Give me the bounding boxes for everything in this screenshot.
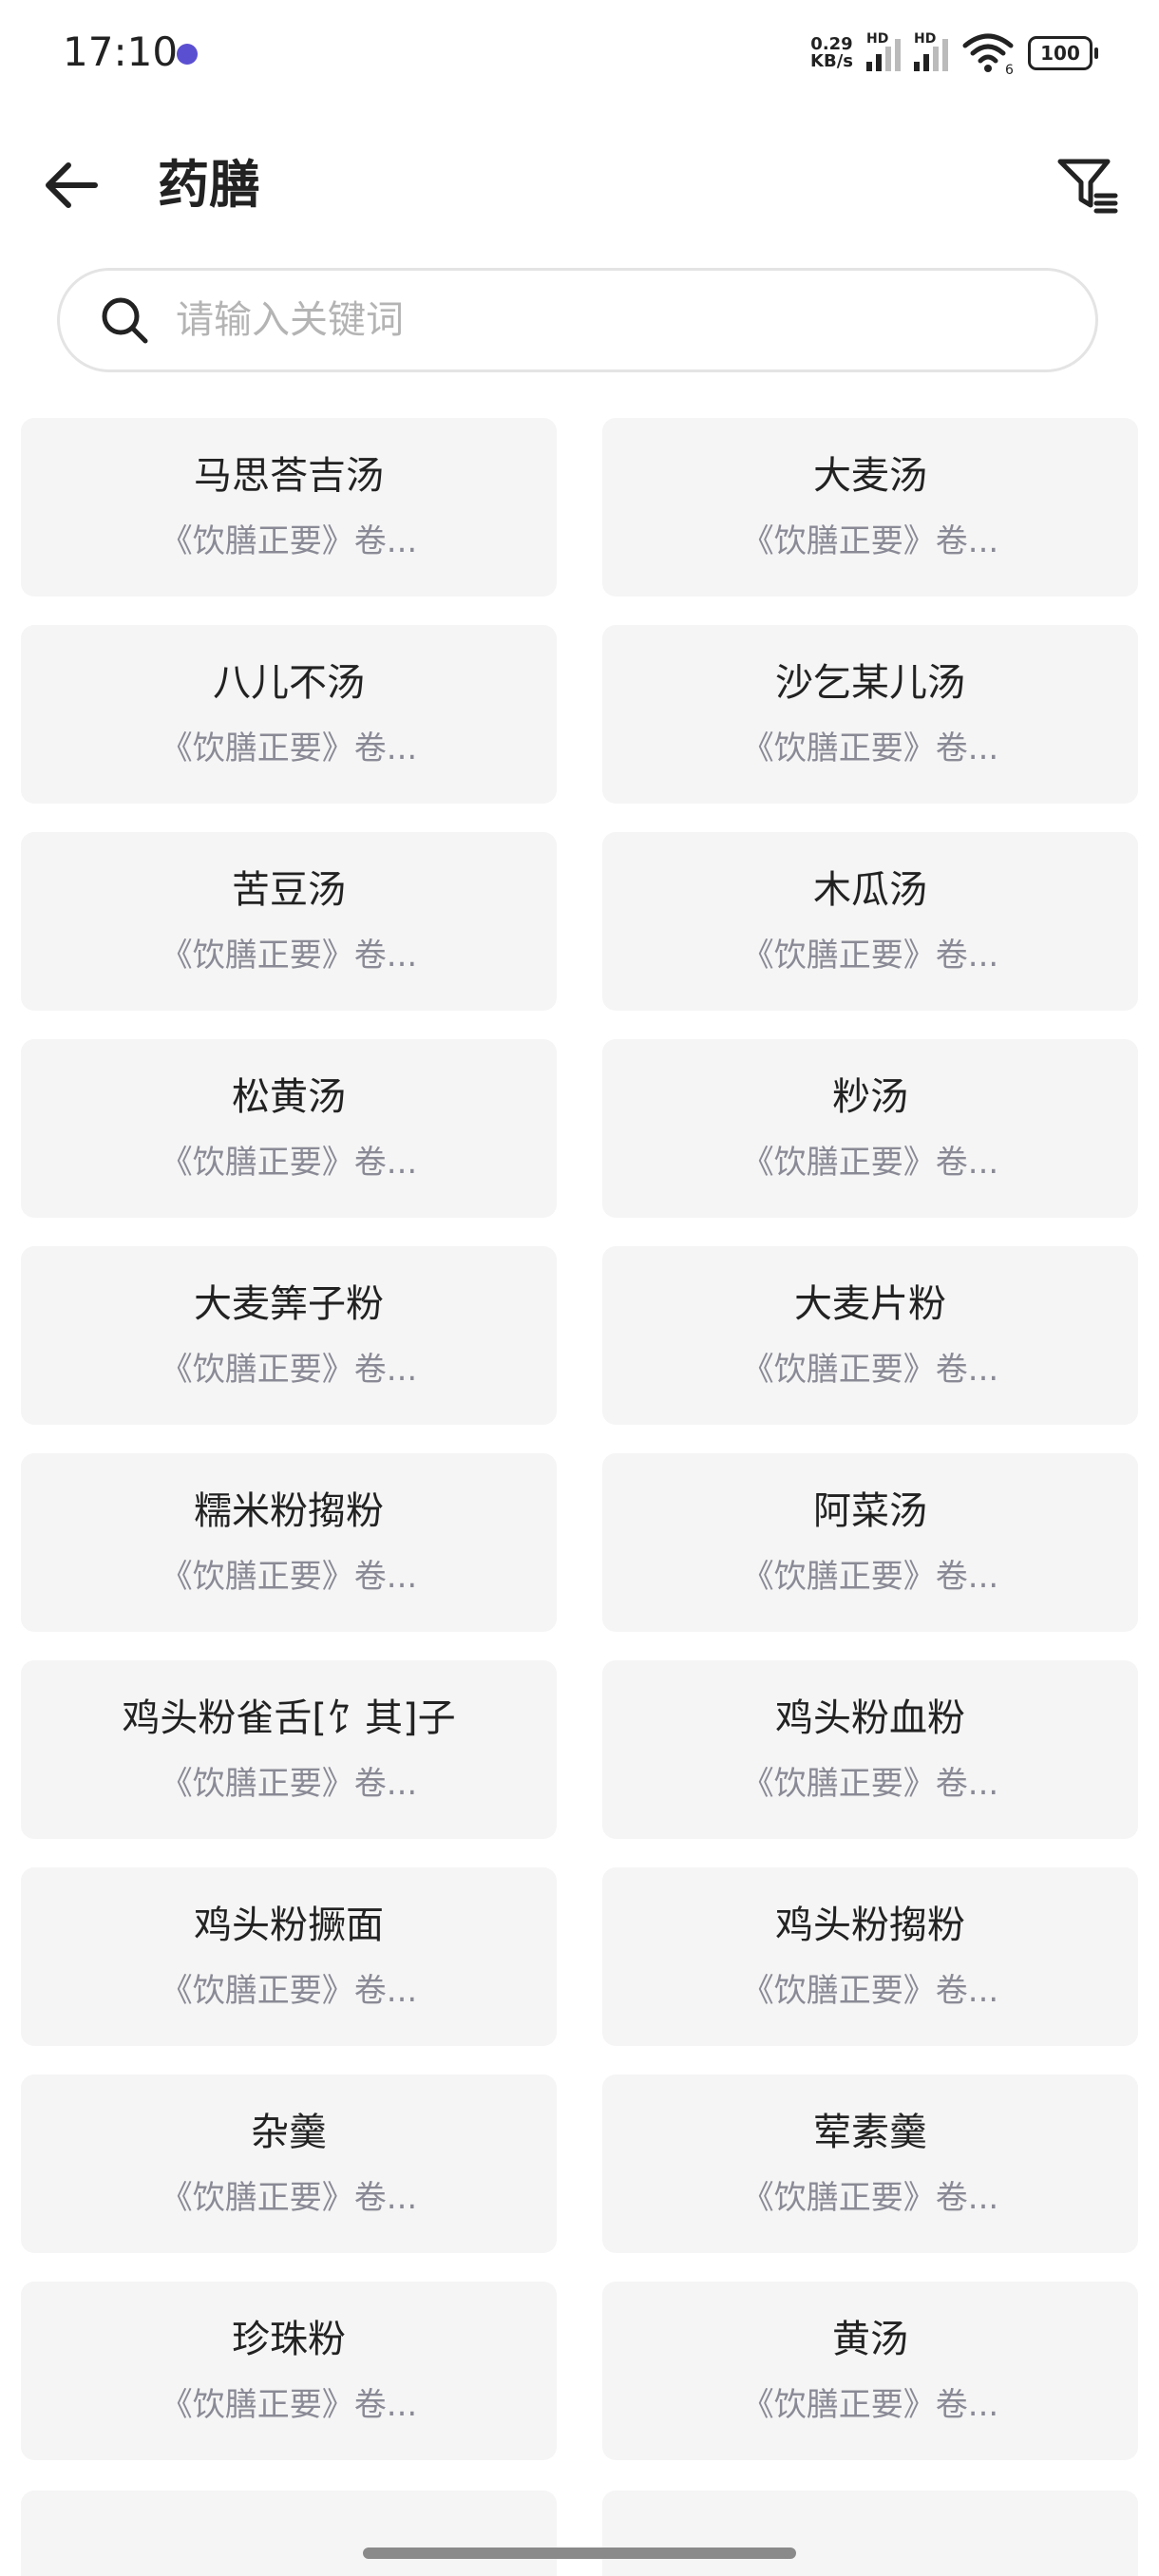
list-item[interactable]: 鸡头粉血粉 《饮膳正要》卷... — [602, 1660, 1138, 1839]
status-bar: 17:10 0.29 KB/s HD HD 6 100 — [0, 0, 1159, 112]
item-source: 《饮膳正要》卷... — [160, 522, 418, 560]
item-title: 粆汤 — [832, 1075, 908, 1119]
item-source: 《饮膳正要》卷... — [741, 2386, 999, 2424]
item-source: 《饮膳正要》卷... — [741, 1765, 999, 1803]
partial-row — [21, 2491, 1138, 2576]
item-source: 《饮膳正要》卷... — [160, 1972, 418, 2010]
item-title: 阿菜汤 — [813, 1489, 927, 1533]
list-item[interactable]: 大麦筭子粉 《饮膳正要》卷... — [21, 1246, 557, 1425]
item-title: 鸡头粉撅面 — [194, 1904, 384, 1947]
list-item[interactable]: 黄汤 《饮膳正要》卷... — [602, 2282, 1138, 2460]
home-indicator[interactable] — [363, 2548, 796, 2559]
item-title: 松黄汤 — [232, 1075, 346, 1119]
item-source: 《饮膳正要》卷... — [160, 729, 418, 767]
arrow-left-icon — [46, 162, 98, 208]
list-item[interactable]: 珍珠粉 《饮膳正要》卷... — [21, 2282, 557, 2460]
hd-label-2: HD — [914, 31, 937, 47]
list-item[interactable]: 木瓜汤 《饮膳正要》卷... — [602, 832, 1138, 1011]
item-title: 八儿不汤 — [213, 661, 365, 705]
item-source: 《饮膳正要》卷... — [160, 1351, 418, 1389]
search-box[interactable] — [57, 268, 1098, 372]
search-icon — [102, 297, 148, 344]
list-item-partial[interactable] — [21, 2491, 557, 2576]
list-item[interactable]: 八儿不汤 《饮膳正要》卷... — [21, 625, 557, 804]
item-title: 鸡头粉雀舌[饣其]子 — [122, 1696, 456, 1740]
signal-icon: HD — [866, 31, 901, 71]
item-source: 《饮膳正要》卷... — [160, 1765, 418, 1803]
item-source: 《饮膳正要》卷... — [741, 729, 999, 767]
list-item[interactable]: 荤素羹 《饮膳正要》卷... — [602, 2074, 1138, 2253]
item-title: 杂羹 — [251, 2111, 327, 2154]
item-source: 《饮膳正要》卷... — [741, 937, 999, 975]
list-item[interactable]: 沙乞某儿汤 《饮膳正要》卷... — [602, 625, 1138, 804]
back-button[interactable] — [38, 152, 104, 218]
recipe-grid: 马思荅吉汤 《饮膳正要》卷... 大麦汤 《饮膳正要》卷... 八儿不汤 《饮膳… — [21, 418, 1138, 2460]
item-title: 珍珠粉 — [232, 2318, 346, 2361]
item-title: 木瓜汤 — [813, 868, 927, 912]
status-time: 17:10 — [63, 28, 179, 75]
item-source: 《饮膳正要》卷... — [160, 2386, 418, 2424]
item-title: 鸡头粉血粉 — [775, 1696, 965, 1740]
item-title: 大麦筭子粉 — [194, 1282, 384, 1326]
list-item[interactable]: 糯米粉搊粉 《饮膳正要》卷... — [21, 1453, 557, 1632]
list-item[interactable]: 鸡头粉雀舌[饣其]子 《饮膳正要》卷... — [21, 1660, 557, 1839]
item-source: 《饮膳正要》卷... — [741, 1351, 999, 1389]
item-source: 《饮膳正要》卷... — [160, 2179, 418, 2217]
battery-icon: 100 — [1028, 36, 1098, 70]
list-item[interactable]: 粆汤 《饮膳正要》卷... — [602, 1039, 1138, 1218]
app-bar: 药膳 — [0, 133, 1159, 237]
list-item[interactable]: 苦豆汤 《饮膳正要》卷... — [21, 832, 557, 1011]
item-title: 沙乞某儿汤 — [775, 661, 965, 705]
wifi-icon: 6 — [962, 33, 1014, 74]
list-item[interactable]: 阿菜汤 《饮膳正要》卷... — [602, 1453, 1138, 1632]
list-item-partial[interactable] — [602, 2491, 1138, 2576]
list-item[interactable]: 大麦片粉 《饮膳正要》卷... — [602, 1246, 1138, 1425]
signal-icon-2: HD — [914, 31, 948, 71]
wifi-label: 6 — [1005, 63, 1014, 74]
page-title: 药膳 — [158, 155, 260, 215]
item-title: 糯米粉搊粉 — [194, 1489, 384, 1533]
list-item[interactable]: 杂羹 《饮膳正要》卷... — [21, 2074, 557, 2253]
list-item[interactable]: 大麦汤 《饮膳正要》卷... — [602, 418, 1138, 597]
item-title: 鸡头粉搊粉 — [775, 1904, 965, 1947]
item-source: 《饮膳正要》卷... — [741, 522, 999, 560]
item-title: 大麦片粉 — [794, 1282, 946, 1326]
list-item[interactable]: 鸡头粉撅面 《饮膳正要》卷... — [21, 1867, 557, 2046]
list-item[interactable]: 松黄汤 《饮膳正要》卷... — [21, 1039, 557, 1218]
item-source: 《饮膳正要》卷... — [741, 2179, 999, 2217]
item-source: 《饮膳正要》卷... — [160, 1144, 418, 1182]
item-title: 荤素羹 — [813, 2111, 927, 2154]
item-source: 《饮膳正要》卷... — [741, 1972, 999, 2010]
item-source: 《饮膳正要》卷... — [741, 1558, 999, 1596]
item-title: 黄汤 — [832, 2318, 908, 2361]
hd-label: HD — [866, 31, 889, 47]
network-speed-unit: KB/s — [810, 51, 853, 71]
notification-app-icon — [177, 44, 198, 65]
search-input[interactable] — [174, 297, 1033, 343]
filter-icon — [1057, 159, 1118, 214]
list-item[interactable]: 马思荅吉汤 《饮膳正要》卷... — [21, 418, 557, 597]
item-title: 马思荅吉汤 — [194, 454, 384, 498]
item-source: 《饮膳正要》卷... — [160, 1558, 418, 1596]
status-indicators: 0.29 KB/s HD HD 6 100 — [810, 31, 1098, 74]
item-title: 大麦汤 — [813, 454, 927, 498]
item-source: 《饮膳正要》卷... — [741, 1144, 999, 1182]
item-source: 《饮膳正要》卷... — [160, 937, 418, 975]
list-item[interactable]: 鸡头粉搊粉 《饮膳正要》卷... — [602, 1867, 1138, 2046]
network-speed: 0.29 KB/s — [810, 36, 853, 70]
filter-button[interactable] — [1054, 152, 1121, 218]
item-title: 苦豆汤 — [232, 868, 346, 912]
